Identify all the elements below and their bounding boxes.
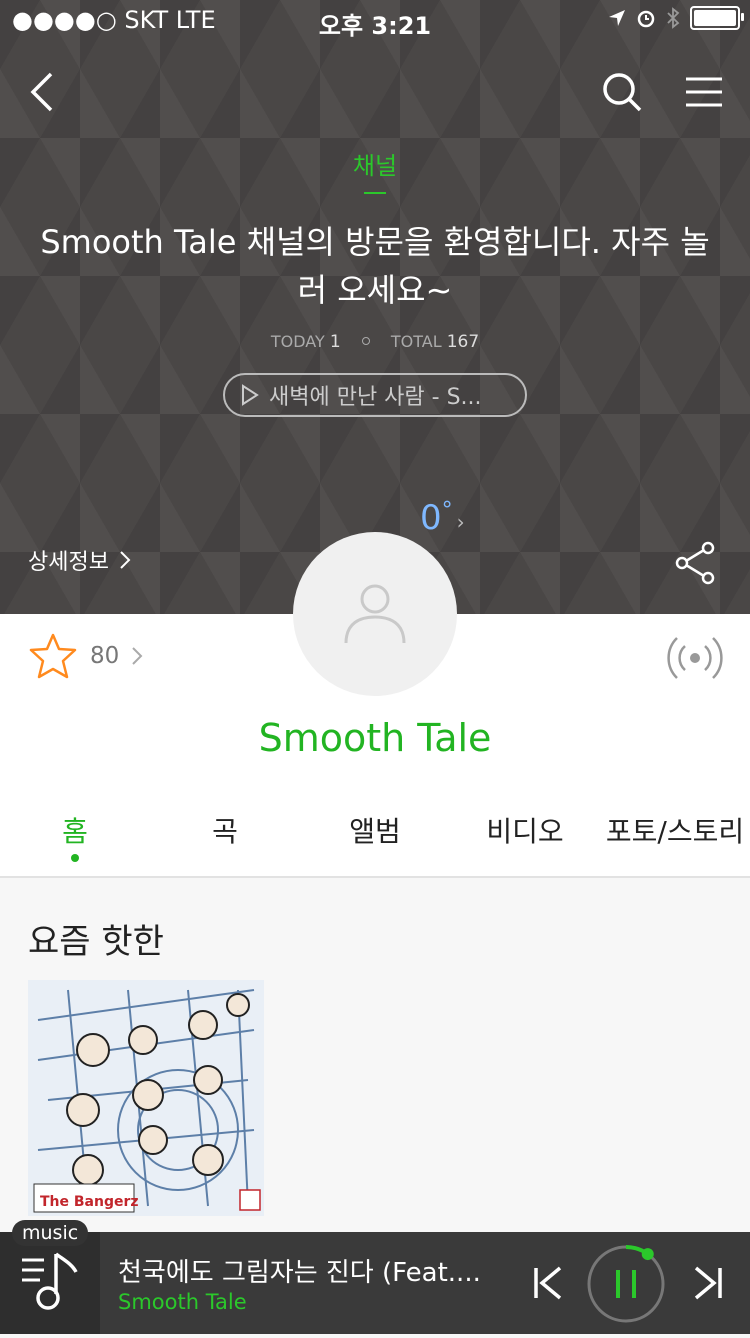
broadcast-button[interactable] <box>666 632 724 684</box>
fan-count: 80 <box>90 643 120 669</box>
status-bar: ●●●●○ SKT LTE 오후 3:21 <box>0 0 750 40</box>
chevron-right-icon <box>120 551 131 569</box>
tab-videos[interactable]: 비디오 <box>450 800 600 876</box>
channel-header: ●●●●○ SKT LTE 오후 3:21 채널 Smooth Tale 채널의… <box>0 0 750 614</box>
separator-dot-icon <box>361 337 370 345</box>
chevron-left-icon <box>30 72 53 112</box>
alarm-icon <box>637 10 655 28</box>
tab-albums[interactable]: 앨범 <box>300 800 450 876</box>
playlist-music-icon <box>22 1252 78 1310</box>
album-caption: The Bangerz <box>40 1194 139 1210</box>
search-icon <box>603 73 642 112</box>
album-cover-illustration: The Bangerz <box>28 980 264 1216</box>
channel-greeting: Smooth Tale 채널의 방문을 환영합니다. 자주 놀러 오세요~ <box>40 223 710 309</box>
broadcast-icon <box>667 637 723 679</box>
previous-track-button[interactable] <box>528 1262 568 1304</box>
back-button[interactable] <box>14 64 70 120</box>
artist-avatar[interactable] <box>293 532 457 696</box>
visit-stats: TODAY 1 TOTAL 167 <box>0 332 750 352</box>
next-track-button[interactable] <box>688 1262 728 1304</box>
total-count: 167 <box>446 332 480 352</box>
artist-name: Smooth Tale <box>258 716 492 760</box>
fan-button[interactable]: 80 <box>28 632 143 680</box>
pause-progress-ring <box>587 1245 665 1323</box>
temperature-button[interactable]: 0° › <box>420 498 465 538</box>
temperature-unit: ° <box>441 498 453 523</box>
detail-info-link[interactable]: 상세정보 <box>28 544 131 576</box>
album-cover[interactable]: The Bangerz <box>28 980 264 1216</box>
track-title: 천국에도 그림자는 진다 (Feat.... <box>118 1258 481 1288</box>
bluetooth-icon <box>667 7 680 29</box>
tab-divider <box>0 876 750 878</box>
user-placeholder-icon <box>344 584 406 644</box>
search-button[interactable] <box>594 64 650 120</box>
chevron-right-icon: › <box>456 510 465 534</box>
today-count: 1 <box>329 332 341 352</box>
temperature-value: 0 <box>420 498 442 538</box>
tab-songs[interactable]: 곡 <box>150 800 300 876</box>
music-badge: music <box>12 1220 89 1246</box>
channel-song-pill[interactable]: 새벽에 만난 사람 - S... <box>223 373 527 417</box>
channel-tabs: 홈 곡 앨범 비디오 포토/스토리 <box>0 800 750 876</box>
tab-home[interactable]: 홈 <box>0 800 150 876</box>
progress-knob <box>641 1248 654 1261</box>
pause-icon <box>616 1270 636 1298</box>
channel-label: 채널 <box>352 152 398 180</box>
play-outline-icon <box>242 384 259 406</box>
track-artist: Smooth Tale <box>118 1290 247 1314</box>
pause-button[interactable] <box>586 1244 666 1324</box>
section-title: 요즘 핫한 <box>28 922 164 962</box>
detail-info-label: 상세정보 <box>28 550 109 575</box>
share-button[interactable] <box>670 538 720 588</box>
star-icon <box>29 633 77 679</box>
today-label: TODAY <box>270 332 325 351</box>
next-track-icon <box>694 1266 722 1300</box>
total-label: TOTAL <box>390 332 442 351</box>
tab-photo-story[interactable]: 포토/스토리 <box>600 800 750 876</box>
channel-label-underline <box>364 192 386 194</box>
playlist-button[interactable] <box>0 1232 100 1334</box>
share-icon <box>675 541 715 585</box>
hamburger-menu-icon <box>686 77 722 107</box>
menu-button[interactable] <box>676 64 732 120</box>
mini-player[interactable]: 천국에도 그림자는 진다 (Feat.... Smooth Tale <box>0 1232 750 1334</box>
chevron-right-icon <box>132 647 143 665</box>
location-arrow-icon <box>609 10 625 26</box>
battery-icon <box>690 6 744 30</box>
channel-song-title: 새벽에 만난 사람 - S... <box>269 385 482 410</box>
previous-track-icon <box>534 1266 562 1300</box>
